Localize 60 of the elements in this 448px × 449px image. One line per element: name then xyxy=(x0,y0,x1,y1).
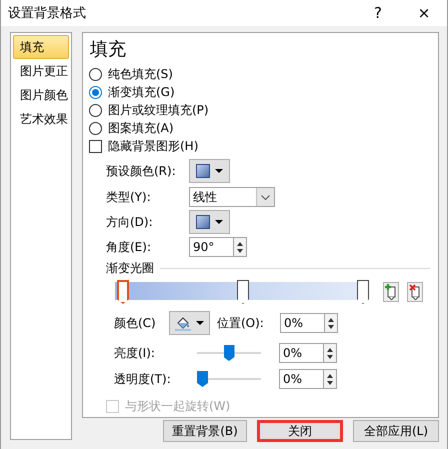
slider-thumb[interactable] xyxy=(197,371,208,387)
dropdown-value: 线性 xyxy=(193,188,218,206)
field-label: 类型(Y): xyxy=(106,188,152,206)
spin-button[interactable] xyxy=(323,343,337,363)
remove-stop-icon xyxy=(409,284,421,300)
gradient-bar[interactable] xyxy=(115,279,369,305)
gradient-stop[interactable] xyxy=(237,280,249,304)
caret-icon xyxy=(215,220,224,224)
spin-button[interactable] xyxy=(323,369,337,389)
sidebar-item[interactable]: 艺术效果 xyxy=(13,107,69,131)
radio-label: 图案填充(A) xyxy=(108,120,174,136)
input-field[interactable]: 0% xyxy=(280,313,324,333)
checkbox-label: 隐藏背景图形(H) xyxy=(108,138,198,154)
close-button[interactable]: × xyxy=(401,0,447,26)
paint-bucket-icon xyxy=(175,315,192,331)
field-label: 预设颜色(R): xyxy=(106,162,177,180)
radio-button[interactable] xyxy=(89,104,102,116)
section-label: 渐变光圈 xyxy=(106,260,154,276)
gradient-swatch-icon xyxy=(196,164,210,178)
input-field[interactable]: 0% xyxy=(279,343,323,363)
field-label: 位置(O): xyxy=(217,314,265,332)
add-stop-icon xyxy=(385,284,397,300)
panel-heading: 填充 xyxy=(89,39,127,61)
spin-button[interactable] xyxy=(324,313,338,333)
help-button[interactable]: ? xyxy=(355,0,401,26)
sidebar-item[interactable]: 图片颜色 xyxy=(13,83,69,107)
sidebar-item[interactable]: 填充 xyxy=(13,35,69,59)
spin-button[interactable] xyxy=(233,237,247,257)
radio-label: 纯色填充(S) xyxy=(108,66,173,82)
sidebar-item[interactable]: 图片更正 xyxy=(13,59,69,83)
chevron-icon xyxy=(261,194,270,200)
field-label: 方向(D): xyxy=(106,214,154,230)
preset-color-button[interactable] xyxy=(189,159,230,183)
color-button[interactable] xyxy=(169,311,210,335)
window-title: 设置背景格式 xyxy=(8,5,87,22)
slider-thumb[interactable] xyxy=(224,345,234,361)
radio-label: 图片或纹理填充(P) xyxy=(108,102,209,118)
field-label: 角度(E): xyxy=(106,238,152,256)
radio-button[interactable] xyxy=(89,68,102,80)
type-dropdown[interactable]: 线性 xyxy=(189,187,275,207)
direction-button[interactable] xyxy=(189,210,230,234)
field-label: 颜色(C) xyxy=(114,314,157,332)
dialog-button[interactable]: 关闭 xyxy=(257,420,343,442)
gradient-stop[interactable] xyxy=(357,280,369,304)
field-label: 亮度(I): xyxy=(114,344,156,362)
caret-icon xyxy=(196,321,204,325)
radio-button[interactable] xyxy=(89,86,102,98)
radio-button[interactable] xyxy=(89,122,102,134)
gradient-swatch-icon xyxy=(196,215,210,229)
dialog-button[interactable]: 全部应用(L) xyxy=(353,420,439,442)
field-label: 透明度(T): xyxy=(114,370,172,388)
remove-stop-button[interactable] xyxy=(407,282,423,302)
input-field[interactable]: 90° xyxy=(189,237,233,257)
checkbox-label: 与形状一起旋转(W) xyxy=(125,398,230,414)
input-field[interactable]: 0% xyxy=(279,369,323,389)
caret-icon xyxy=(215,169,224,173)
radio-label: 渐变填充(G) xyxy=(108,84,175,100)
dialog-button[interactable]: 重置背景(B) xyxy=(163,420,247,442)
add-stop-button[interactable] xyxy=(383,282,399,302)
checkbox[interactable] xyxy=(89,140,102,152)
